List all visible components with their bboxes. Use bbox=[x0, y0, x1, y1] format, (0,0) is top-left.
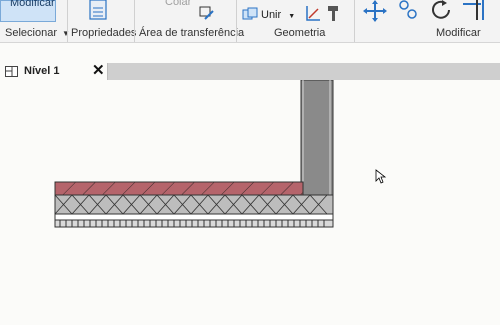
properties-icon[interactable] bbox=[89, 0, 107, 20]
ribbon: Modificar Selecionar ▼ Propriedades Cola… bbox=[0, 0, 500, 43]
chevron-down-icon: ▼ bbox=[288, 13, 296, 20]
ribbon-separator bbox=[354, 0, 355, 42]
rotate-icon[interactable] bbox=[430, 0, 454, 22]
select-group-dropdown[interactable]: Selecionar ▼ bbox=[5, 27, 70, 39]
ribbon-separator bbox=[134, 0, 135, 42]
view-tab-strip: Nível 1 ✕ bbox=[0, 61, 500, 80]
view-tab-label: Nível 1 bbox=[24, 65, 60, 77]
drawing-canvas[interactable] bbox=[0, 79, 500, 322]
geometry-group-label: Geometria bbox=[274, 27, 326, 39]
floor-section-drawing[interactable] bbox=[0, 79, 500, 322]
view-tab-level-1[interactable]: Nível 1 ✕ bbox=[0, 61, 108, 80]
modify-tool-label: Modificar bbox=[10, 0, 55, 9]
close-icon[interactable]: ✕ bbox=[92, 61, 105, 79]
clipboard-group-label: Área de transferência bbox=[139, 27, 245, 39]
modify-tool-button[interactable]: Modificar bbox=[0, 0, 56, 22]
paste-button[interactable]: Colar bbox=[165, 0, 191, 8]
join-label: Unir bbox=[261, 9, 282, 21]
cut-geometry-icon[interactable] bbox=[305, 5, 321, 22]
slab-base-layer[interactable] bbox=[54, 219, 334, 228]
properties-group-label[interactable]: Propriedades bbox=[71, 27, 136, 39]
chevron-down-icon: ▼ bbox=[62, 29, 70, 38]
hammer-icon[interactable] bbox=[325, 5, 341, 22]
join-dropdown[interactable]: Unir ▼ bbox=[261, 9, 295, 21]
membrane-layer[interactable] bbox=[54, 213, 334, 221]
ribbon-separator bbox=[236, 0, 237, 42]
match-properties-icon[interactable] bbox=[199, 5, 215, 21]
ribbon-separator bbox=[67, 0, 68, 42]
mouse-cursor-icon bbox=[375, 169, 387, 184]
floor-plan-icon bbox=[5, 66, 18, 77]
trim-extend-icon[interactable] bbox=[461, 0, 487, 22]
modify-group-label: Modificar bbox=[436, 27, 481, 39]
wall-section[interactable] bbox=[300, 79, 334, 196]
join-icon bbox=[242, 7, 258, 20]
select-group-label: Selecionar bbox=[5, 27, 57, 39]
copy-icon[interactable] bbox=[396, 0, 420, 22]
move-icon[interactable] bbox=[363, 0, 387, 22]
